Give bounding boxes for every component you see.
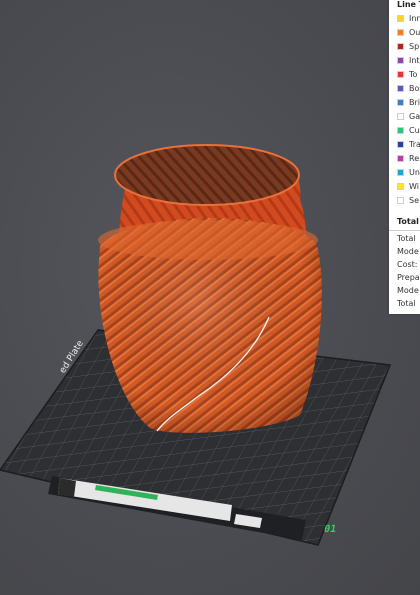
legend-color-swatch xyxy=(397,113,404,120)
legend-item-label: Inn xyxy=(409,14,420,23)
totals-header: Total xyxy=(397,217,419,226)
legend-color-swatch xyxy=(397,169,404,176)
3d-viewport[interactable]: ed Plate 01 Line T InnOuSpIntToBoBriGaCu… xyxy=(0,0,420,595)
legend-list: Inn Ou Sp Int To Bo Bri Ga Cu Tra Re Un Wi Se xyxy=(389,12,420,208)
legend-item[interactable]: Wi xyxy=(389,180,420,194)
legend-color-swatch xyxy=(397,197,404,204)
legend-color-swatch xyxy=(397,183,404,190)
scene-canvas[interactable] xyxy=(0,0,420,595)
legend-color-swatch xyxy=(397,43,404,50)
legend-item-label: Re xyxy=(409,154,420,163)
legend-color-swatch xyxy=(397,99,404,106)
legend-color-swatch xyxy=(397,127,404,134)
legend-item-label: Wi xyxy=(409,182,419,191)
model-vase[interactable] xyxy=(98,218,322,433)
model-rim xyxy=(114,144,300,206)
legend-item[interactable]: Bri xyxy=(389,96,420,110)
plate-number[interactable]: 01 xyxy=(323,524,337,535)
totals-row: Mode xyxy=(397,286,419,295)
totals-row: Prepa xyxy=(397,273,420,282)
legend-color-swatch xyxy=(397,71,404,78)
totals-row: Total xyxy=(397,234,416,243)
legend-item-label: Ou xyxy=(409,28,420,37)
legend-item-label: Int xyxy=(409,56,420,65)
totals-row: Total xyxy=(397,299,416,308)
legend-item-label: To xyxy=(409,70,418,79)
legend-item[interactable]: Un xyxy=(389,166,420,180)
legend-item-label: Bo xyxy=(409,84,420,93)
totals-row: Cost: xyxy=(397,260,418,269)
legend-item[interactable]: Cu xyxy=(389,124,420,138)
legend-color-swatch xyxy=(397,57,404,64)
legend-item[interactable]: Ga xyxy=(389,110,420,124)
legend-item[interactable]: Re xyxy=(389,152,420,166)
totals-row: Mode xyxy=(397,247,419,256)
legend-color-swatch xyxy=(397,29,404,36)
legend-item[interactable]: Sp xyxy=(389,40,420,54)
legend-item-label: Un xyxy=(409,168,420,177)
totals-divider xyxy=(389,230,420,231)
legend-item[interactable]: Inn xyxy=(389,12,420,26)
legend-item[interactable]: Bo xyxy=(389,82,420,96)
legend-item[interactable]: Ou xyxy=(389,26,420,40)
legend-item-label: Sp xyxy=(409,42,420,51)
legend-item[interactable]: Int xyxy=(389,54,420,68)
legend-item-label: Se xyxy=(409,196,419,205)
legend-color-swatch xyxy=(397,85,404,92)
legend-item-label: Tra xyxy=(409,140,420,149)
legend-item[interactable]: Tra xyxy=(389,138,420,152)
legend-item-label: Ga xyxy=(409,112,420,121)
legend-color-swatch xyxy=(397,155,404,162)
legend-item[interactable]: Se xyxy=(389,194,420,208)
totals-list: Total Mode Cost: Prepa Mode Total xyxy=(389,232,420,310)
legend-title: Line T xyxy=(397,0,420,9)
legend-item-label: Cu xyxy=(409,126,420,135)
legend-color-swatch xyxy=(397,15,404,22)
legend-item-label: Bri xyxy=(409,98,420,107)
line-type-legend-panel[interactable]: Line T InnOuSpIntToBoBriGaCuTraReUnWiSe … xyxy=(389,0,420,314)
legend-color-swatch xyxy=(397,141,404,148)
legend-item[interactable]: To xyxy=(389,68,420,82)
